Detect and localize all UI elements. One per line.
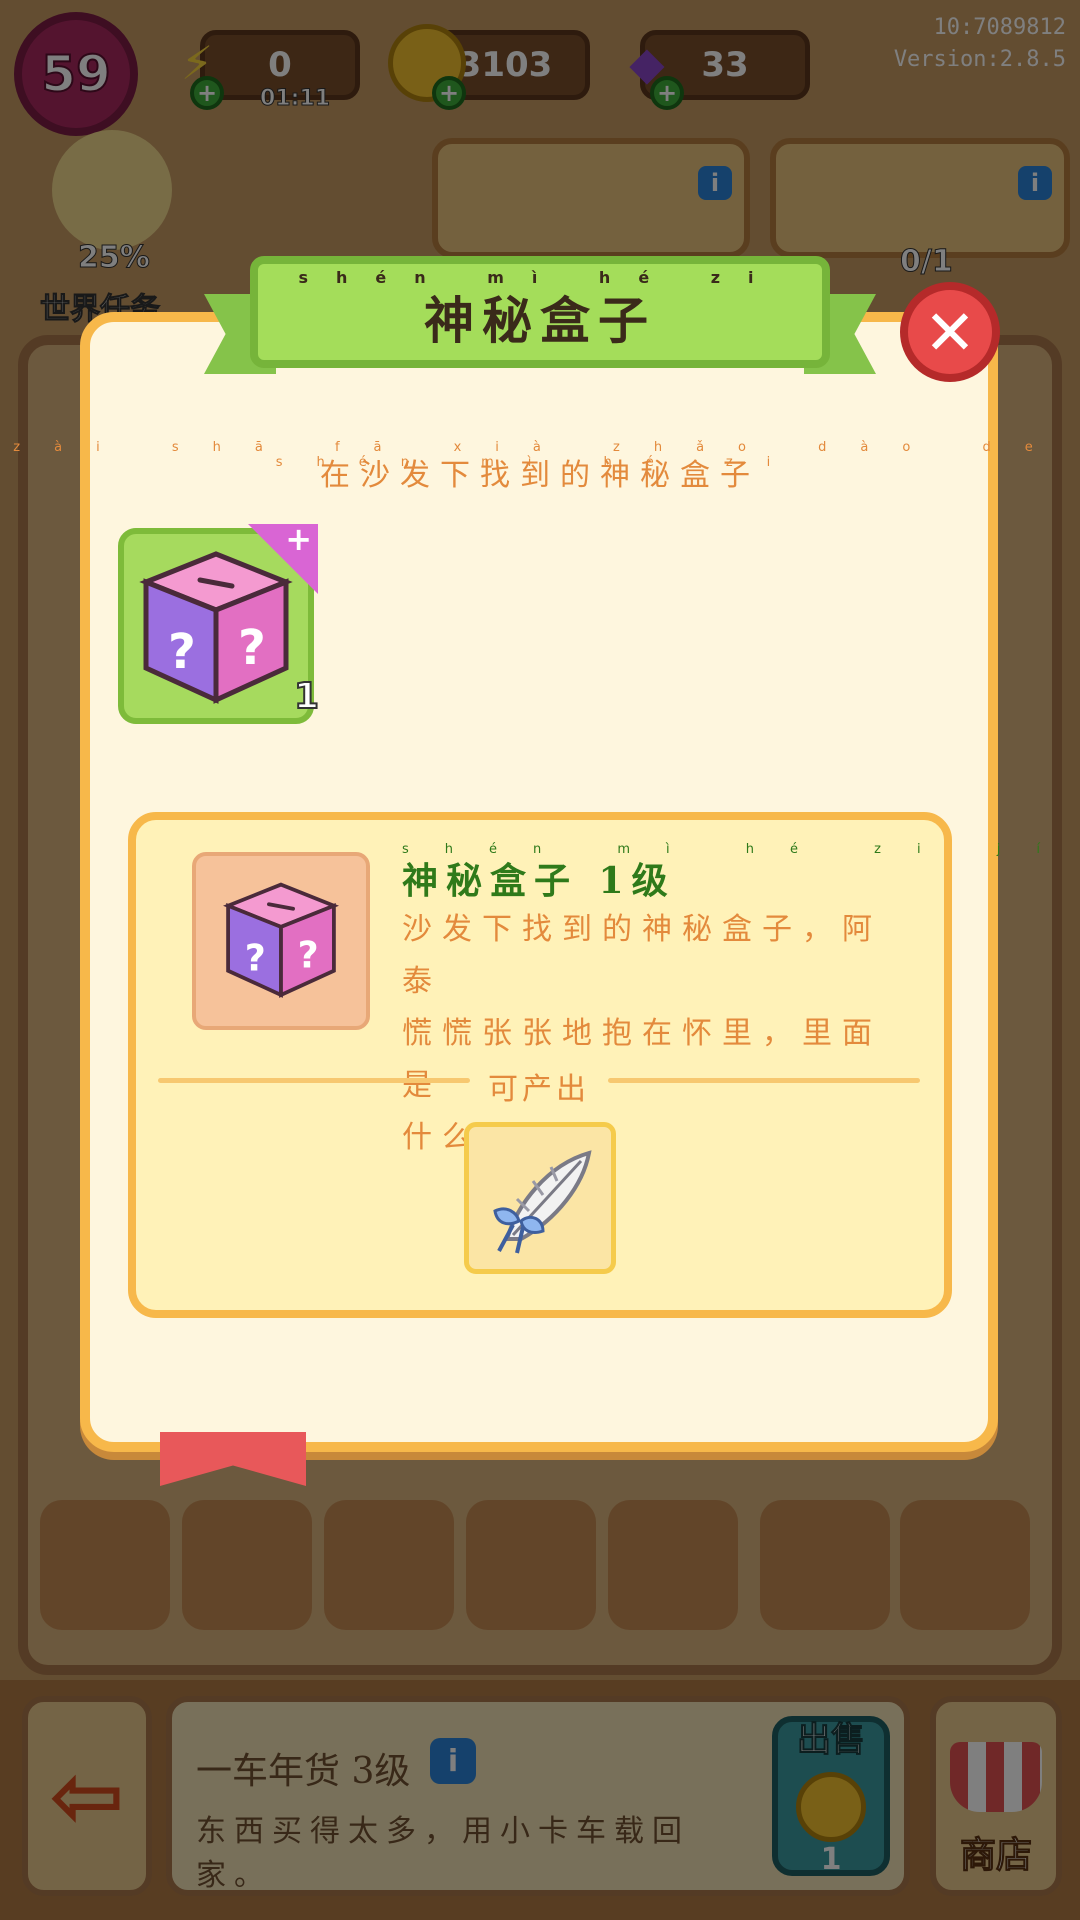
- detail-icon-frame: ? ?: [192, 852, 370, 1030]
- description-line: 沙发下找到的神秘盒子，阿泰: [402, 912, 882, 999]
- svg-text:?: ?: [238, 620, 266, 676]
- plus-icon: +: [285, 520, 312, 558]
- feather-icon: [493, 1150, 592, 1254]
- detail-item-name: 神秘盒子 1级: [402, 860, 676, 902]
- produces-label: 可产出: [488, 1072, 590, 1107]
- close-button[interactable]: ✕: [900, 282, 1000, 382]
- mystery-box-icon: ? ?: [139, 551, 293, 704]
- produced-item-slot[interactable]: [464, 1122, 616, 1274]
- title-ribbon: shén mì hé zi 神秘盒子: [250, 256, 830, 368]
- modal-subtitle: 在沙发下找到的神秘盒子: [320, 458, 760, 493]
- divider: [608, 1078, 920, 1083]
- modal-title: 神秘盒子: [424, 291, 656, 350]
- svg-text:?: ?: [168, 624, 196, 680]
- close-icon: ✕: [924, 295, 976, 369]
- mystery-box-icon: ? ?: [223, 882, 339, 998]
- item-count: 1: [293, 675, 320, 718]
- svg-text:?: ?: [245, 937, 266, 980]
- svg-text:?: ?: [298, 934, 319, 977]
- divider: [158, 1078, 470, 1083]
- title-pinyin: shén mì hé zi: [298, 268, 782, 287]
